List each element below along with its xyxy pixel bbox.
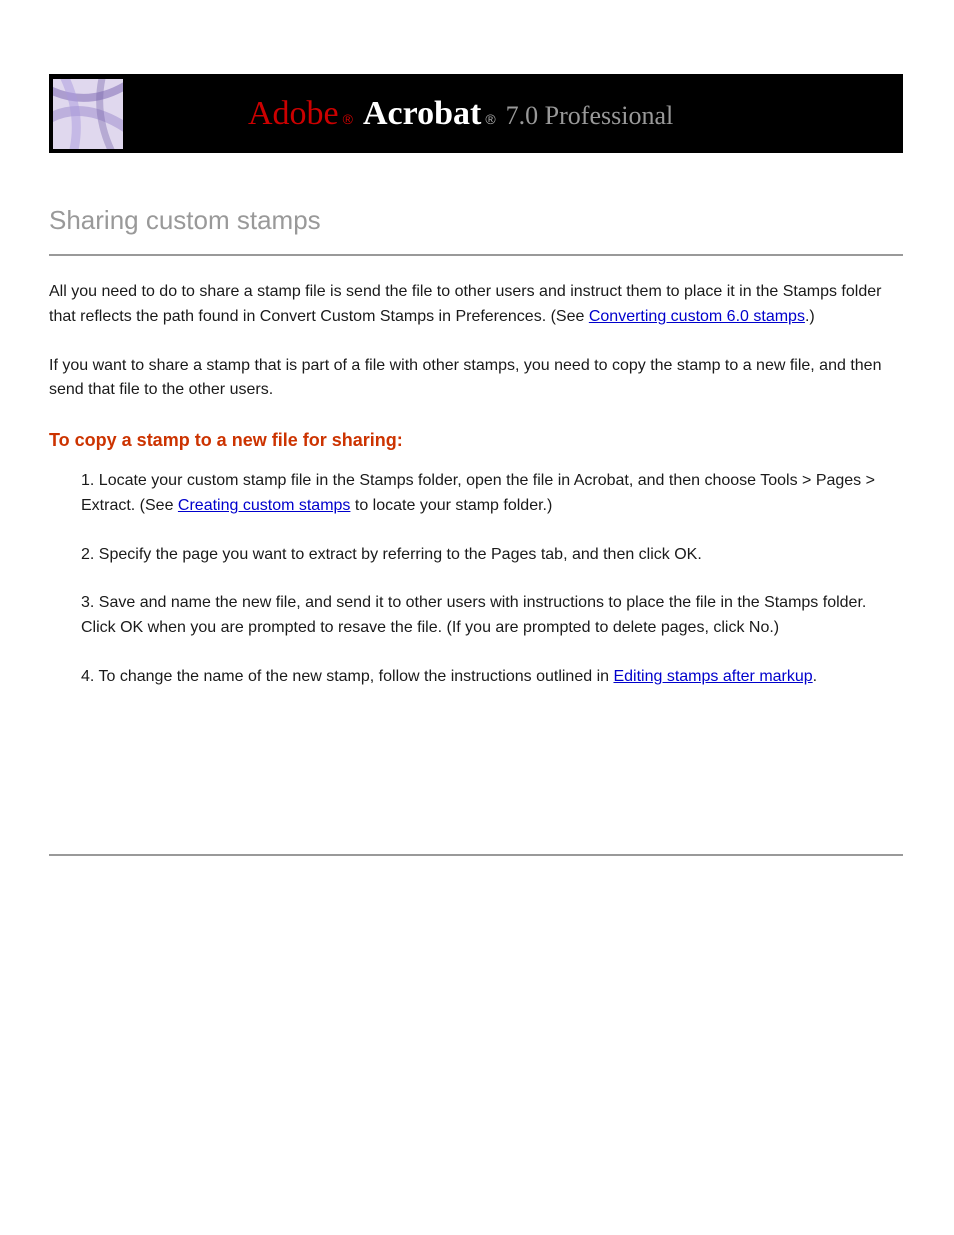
- intro-paragraph-2: If you want to share a stamp that is par…: [49, 354, 903, 404]
- registered-mark-icon: ®: [485, 111, 495, 127]
- intro-paragraph-1: All you need to do to share a stamp file…: [49, 280, 903, 330]
- version-label: 7.0 Professional: [506, 101, 674, 131]
- horizontal-rule: [49, 254, 903, 256]
- header-title-text: Adobe® Acrobat® 7.0 Professional: [248, 95, 673, 133]
- step-3: 3. Save and name the new file, and send …: [81, 591, 903, 641]
- editing-stamps-link[interactable]: Editing stamps after markup: [613, 668, 812, 685]
- step-4: 4. To change the name of the new stamp, …: [81, 665, 903, 690]
- text-run: .): [805, 308, 815, 325]
- step-1: 1. Locate your custom stamp file in the …: [81, 469, 903, 519]
- header-banner: Adobe® Acrobat® 7.0 Professional: [49, 74, 903, 153]
- text-run: .: [813, 668, 817, 685]
- converting-stamps-link[interactable]: Converting custom 6.0 stamps: [589, 308, 805, 325]
- text-run: 4. To change the name of the new stamp, …: [81, 668, 613, 685]
- creating-stamps-link[interactable]: Creating custom stamps: [178, 497, 351, 514]
- adobe-brand: Adobe: [248, 95, 339, 133]
- step-2: 2. Specify the page you want to extract …: [81, 543, 903, 568]
- howto-heading: To copy a stamp to a new file for sharin…: [49, 427, 903, 455]
- page-title: Sharing custom stamps: [49, 205, 321, 236]
- horizontal-rule: [49, 854, 903, 856]
- acrobat-brand: Acrobat: [363, 95, 481, 133]
- registered-mark-icon: ®: [343, 111, 353, 127]
- body-content: All you need to do to share a stamp file…: [49, 280, 903, 714]
- text-run: Preferences. (See: [455, 308, 588, 325]
- text-run: to locate your stamp folder.): [350, 497, 552, 514]
- acrobat-logo-icon: [53, 79, 123, 149]
